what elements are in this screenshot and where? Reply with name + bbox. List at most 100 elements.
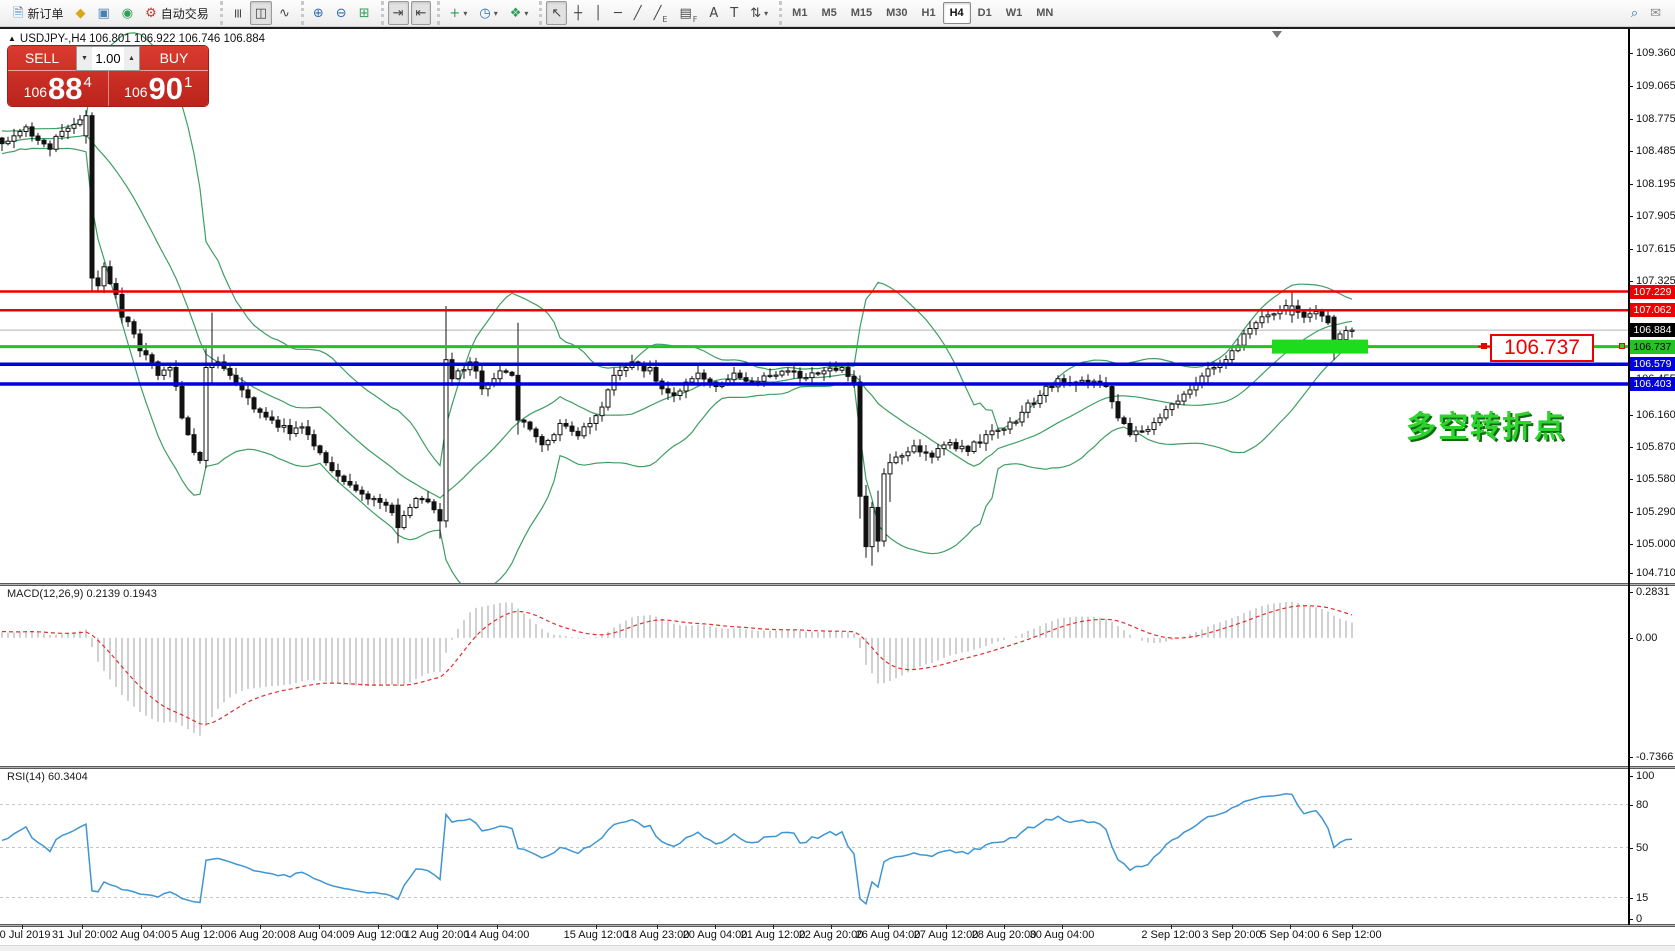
line-chart-icon: ∿ bbox=[279, 7, 290, 20]
sell-price[interactable]: 106 88 4 bbox=[8, 71, 109, 106]
timeframe-h1[interactable]: H1 bbox=[915, 2, 943, 24]
text-button[interactable]: A bbox=[704, 1, 723, 25]
rsi-indicator-chart[interactable] bbox=[0, 769, 1628, 924]
main-price-chart[interactable] bbox=[0, 30, 1628, 583]
sell-price-pip: 4 bbox=[84, 74, 92, 91]
time-label: 21 Aug 12:00 bbox=[741, 929, 806, 941]
sell-price-prefix: 106 bbox=[24, 84, 47, 100]
indicators-button[interactable]: +▾ bbox=[444, 1, 472, 25]
auto-scroll-icon: ⇥ bbox=[393, 7, 404, 20]
volume-decrease-button[interactable]: ▼ bbox=[77, 47, 92, 70]
price-tick-mark bbox=[1628, 249, 1633, 250]
timeframe-d1[interactable]: D1 bbox=[971, 2, 999, 24]
macd-indicator-chart[interactable] bbox=[0, 586, 1628, 766]
vertical-line-button[interactable]: │ bbox=[589, 1, 607, 25]
auto-trading-button[interactable]: ⚙自动交易 bbox=[140, 1, 214, 25]
toolbar-right: ⌕✉ bbox=[1625, 1, 1673, 25]
buy-price[interactable]: 106 90 1 bbox=[109, 71, 209, 106]
pane-separator-macd[interactable] bbox=[0, 583, 1675, 586]
new-order-button[interactable]: 🗎新订单 bbox=[8, 1, 68, 25]
price-tag-106.884: 106.884 bbox=[1630, 323, 1675, 337]
timeframe-m15[interactable]: M15 bbox=[844, 2, 879, 24]
search-icon[interactable]: ⌕ bbox=[1626, 1, 1643, 25]
time-tick-mark bbox=[497, 925, 498, 929]
crosshair-button[interactable]: ┼ bbox=[569, 1, 587, 25]
dropdown-caret-icon[interactable]: ▾ bbox=[463, 9, 467, 18]
macd-tick-mark bbox=[1628, 757, 1633, 758]
dropdown-caret-icon[interactable]: ▾ bbox=[764, 9, 768, 18]
time-label: 8 Aug 04:00 bbox=[290, 929, 349, 941]
time-tick-mark bbox=[1062, 925, 1063, 929]
candlestick-chart-button[interactable]: ◫ bbox=[250, 1, 272, 25]
price-tick-label: 107.615 bbox=[1636, 243, 1675, 255]
horizontal-line-button[interactable]: ─ bbox=[609, 1, 627, 25]
time-tick-mark bbox=[260, 925, 261, 929]
chart-shift-button[interactable]: ⇤ bbox=[411, 1, 432, 25]
zoom-out-button[interactable]: ⊖ bbox=[331, 1, 352, 25]
arrows-button[interactable]: ⇅▾ bbox=[745, 1, 773, 25]
turning-point-note[interactable]: 多空转折点 bbox=[1406, 402, 1566, 446]
time-label: 20 Aug 04:00 bbox=[683, 929, 748, 941]
sell-button[interactable]: SELL bbox=[8, 46, 76, 71]
label-button[interactable]: T bbox=[725, 1, 743, 25]
buy-price-prefix: 106 bbox=[124, 84, 147, 100]
dropdown-caret-icon[interactable]: ▾ bbox=[494, 9, 498, 18]
templates-button[interactable]: ❖▾ bbox=[505, 1, 534, 25]
cursor-button[interactable]: ↖ bbox=[546, 1, 567, 25]
timeframe-w1[interactable]: W1 bbox=[999, 2, 1030, 24]
volume-increase-button[interactable]: ▲ bbox=[124, 47, 139, 70]
pane-separator-rsi[interactable] bbox=[0, 766, 1675, 769]
price-tick-label: 108.485 bbox=[1636, 145, 1675, 157]
signals-icon[interactable]: ◉ bbox=[117, 1, 138, 25]
price-tick-label: 104.710 bbox=[1636, 567, 1675, 579]
sell-price-main: 88 bbox=[48, 75, 82, 103]
auto-scroll-button[interactable]: ⇥ bbox=[388, 1, 409, 25]
chat-icon[interactable]: ✉ bbox=[1645, 1, 1666, 25]
trendline-button[interactable]: ╱ bbox=[629, 1, 647, 25]
equidistant-channel-button[interactable]: ╱E bbox=[649, 1, 673, 25]
price-tick-mark bbox=[1628, 53, 1633, 54]
zoom-in-button[interactable]: ⊕ bbox=[308, 1, 329, 25]
vertical-line-icon: │ bbox=[594, 7, 602, 20]
time-tick-mark bbox=[319, 925, 320, 929]
line-handle-left[interactable] bbox=[1481, 343, 1487, 349]
collapse-triangle-icon[interactable]: ▲ bbox=[8, 34, 16, 43]
rsi-tick-mark bbox=[1628, 776, 1633, 777]
buy-price-pip: 1 bbox=[184, 74, 192, 91]
time-tick-mark bbox=[657, 925, 658, 929]
line-chart-button[interactable]: ∿ bbox=[274, 1, 295, 25]
timeframe-mn[interactable]: MN bbox=[1029, 2, 1060, 24]
rsi-tick-mark bbox=[1628, 919, 1633, 920]
time-label: 22 Aug 20:00 bbox=[799, 929, 864, 941]
timeframe-m1[interactable]: M1 bbox=[785, 2, 814, 24]
rsi-tick-mark bbox=[1628, 848, 1633, 849]
cursor-icon: ↖ bbox=[551, 7, 562, 20]
tile-windows-button[interactable]: ⊞ bbox=[354, 1, 375, 25]
market-depth-icon[interactable]: ▣ bbox=[92, 1, 114, 25]
zoom-in-icon: ⊕ bbox=[313, 7, 324, 20]
chart-type-group: ≡◫ ∿ bbox=[220, 1, 299, 25]
buy-button[interactable]: BUY bbox=[140, 46, 208, 71]
price-tick-mark bbox=[1628, 184, 1633, 185]
horizontal-line-icon: ─ bbox=[614, 7, 622, 20]
rsi-scale-label: 80 bbox=[1636, 799, 1648, 811]
history-center-icon[interactable]: ◆ bbox=[70, 1, 90, 25]
price-callout-label[interactable]: 106.737 bbox=[1490, 334, 1594, 362]
indicators-icon: + bbox=[449, 7, 460, 20]
chart-shift-marker[interactable] bbox=[1272, 31, 1282, 38]
trendline-icon: ╱ bbox=[634, 7, 642, 20]
volume-value[interactable]: 1.00 bbox=[92, 47, 124, 70]
price-tick-label: 108.775 bbox=[1636, 113, 1675, 125]
timeframe-m30[interactable]: M30 bbox=[879, 2, 914, 24]
price-tick-mark bbox=[1628, 415, 1633, 416]
timeframe-h4[interactable]: H4 bbox=[943, 2, 971, 24]
dropdown-caret-icon[interactable]: ▾ bbox=[524, 9, 528, 18]
price-tick-mark bbox=[1628, 281, 1633, 282]
fibonacci-button[interactable]: ▤F bbox=[674, 1, 702, 25]
line-handle-right[interactable] bbox=[1619, 343, 1625, 349]
status-strip bbox=[0, 945, 1675, 951]
time-tick-mark bbox=[831, 925, 832, 929]
bar-chart-button[interactable]: ≡ bbox=[227, 1, 248, 25]
periods-button[interactable]: ◷▾ bbox=[474, 1, 502, 25]
timeframe-m5[interactable]: M5 bbox=[814, 2, 843, 24]
